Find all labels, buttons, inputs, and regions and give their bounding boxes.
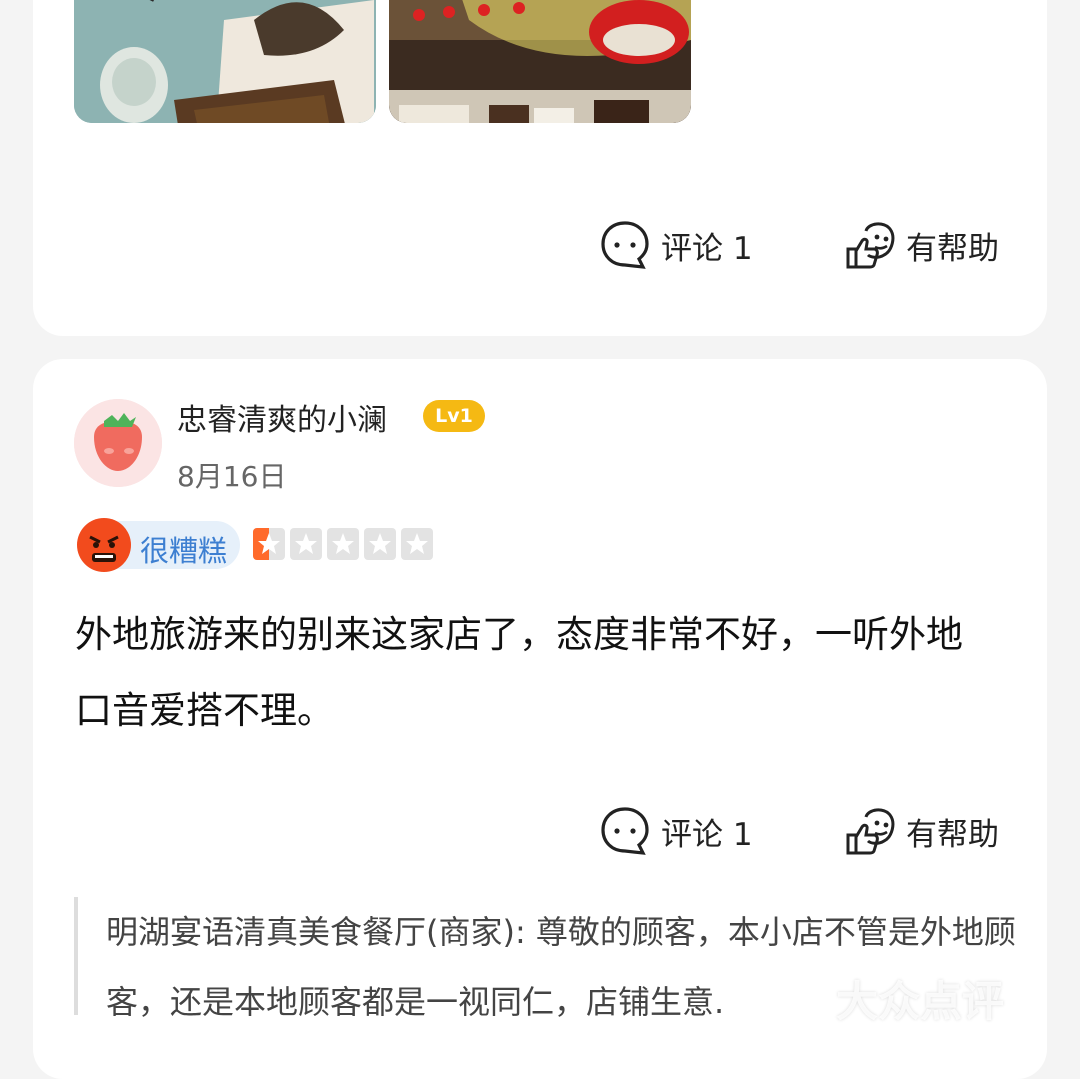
avatar[interactable] bbox=[74, 399, 162, 487]
comment-icon bbox=[601, 807, 649, 855]
review-photo[interactable] bbox=[74, 0, 376, 123]
review-text[interactable]: 外地旅游来的别来这家店了，态度非常不好，一听外地口音爱搭不理。 bbox=[75, 597, 995, 749]
comment-button[interactable]: 评论 1 bbox=[599, 801, 753, 861]
helpful-button[interactable]: 有帮助 bbox=[844, 801, 999, 861]
angry-face-icon bbox=[77, 518, 131, 572]
thumbs-up-face-icon bbox=[846, 222, 895, 269]
helpful-label: 有帮助 bbox=[906, 816, 999, 853]
review-card: 评论 1 有帮助 bbox=[33, 0, 1047, 336]
rating-badge: 很糟糕 bbox=[77, 518, 240, 572]
username[interactable]: 忠睿清爽的小澜 bbox=[177, 395, 387, 439]
comment-icon bbox=[601, 221, 649, 269]
star-icon bbox=[253, 528, 285, 560]
watermark: 大众点评 bbox=[836, 977, 1005, 1026]
thumbs-up-face-icon bbox=[846, 808, 895, 855]
star-rating bbox=[253, 528, 433, 560]
star-icon bbox=[290, 528, 322, 560]
comment-count: 评论 1 bbox=[661, 230, 753, 267]
strawberry-avatar-icon bbox=[74, 399, 162, 487]
level-badge: Lv1 bbox=[423, 400, 485, 432]
helpful-label: 有帮助 bbox=[906, 230, 999, 267]
star-icon bbox=[327, 528, 359, 560]
rating-label: 很糟糕 bbox=[140, 534, 228, 568]
review-actions: 评论 1 有帮助 bbox=[33, 215, 1047, 275]
review-photo[interactable] bbox=[389, 0, 691, 123]
comment-count: 评论 1 bbox=[661, 816, 753, 853]
helpful-button[interactable]: 有帮助 bbox=[844, 215, 999, 275]
star-icon bbox=[401, 528, 433, 560]
star-icon bbox=[364, 528, 396, 560]
comment-button[interactable]: 评论 1 bbox=[599, 215, 753, 275]
review-actions: 评论 1 有帮助 bbox=[33, 801, 1047, 861]
review-date: 8月16日 bbox=[177, 460, 287, 493]
